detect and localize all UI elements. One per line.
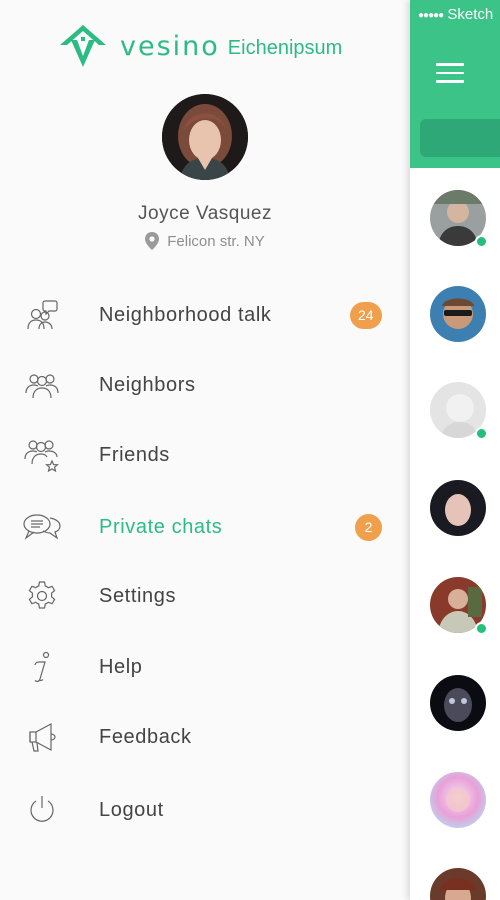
contact-avatar[interactable] (430, 772, 486, 828)
signal-dots-icon: ●●●●● (418, 9, 444, 21)
menu-item-neighborhood-talk[interactable]: Neighborhood talk 24 (0, 280, 410, 350)
megaphone-icon (22, 717, 62, 757)
chat-bubbles-icon (22, 507, 62, 547)
brand-header: vesino Eichenipsum (58, 22, 342, 70)
menu-item-private-chats[interactable]: Private chats 2 (0, 492, 410, 562)
online-indicator (475, 427, 488, 440)
contact-avatar[interactable] (430, 286, 486, 342)
menu-label: Feedback (99, 725, 192, 748)
menu-label: Neighbors (99, 373, 196, 396)
friends-star-icon (22, 435, 62, 475)
search-bar[interactable] (420, 119, 500, 157)
carrier-text: Sketch (447, 6, 494, 23)
navigation-drawer: vesino Eichenipsum Joyce Vasquez Felicon… (0, 0, 410, 900)
menu-item-feedback[interactable]: Feedback (0, 702, 410, 772)
menu-label: Private chats (99, 515, 223, 538)
underlying-screen[interactable]: ●●●●● Sketch (410, 0, 500, 900)
contact-avatar[interactable] (430, 480, 486, 536)
contact-avatar[interactable] (430, 190, 488, 248)
menu-item-neighbors[interactable]: Neighbors (0, 350, 410, 420)
menu-item-friends[interactable]: Friends (0, 420, 410, 490)
menu-item-settings[interactable]: Settings (0, 561, 410, 631)
brand-location: Eichenipsum (227, 36, 343, 59)
notification-badge: 24 (350, 301, 382, 329)
contact-avatar[interactable] (430, 675, 486, 731)
menu-label: Settings (99, 584, 177, 607)
power-icon (22, 790, 62, 830)
profile-location-text: Felicon str. NY (167, 232, 265, 250)
notification-badge: 2 (355, 513, 382, 541)
contact-avatar[interactable] (430, 577, 488, 635)
menu-item-logout[interactable]: Logout (0, 775, 410, 845)
contact-avatar[interactable] (430, 382, 488, 440)
map-pin-icon (145, 232, 160, 250)
brand-wordmark: vesino (120, 30, 220, 62)
gear-icon (22, 576, 62, 616)
online-indicator (475, 235, 488, 248)
profile-photo (162, 94, 248, 180)
menu-item-help[interactable]: Help (0, 632, 410, 702)
profile-avatar[interactable] (162, 94, 248, 180)
menu-label: Help (99, 655, 143, 678)
profile-name: Joyce Vasquez (138, 203, 272, 224)
profile-location: Felicon str. NY (0, 232, 410, 250)
app-header: ●●●●● Sketch (410, 0, 500, 168)
menu-label: Neighborhood talk (99, 303, 272, 326)
hamburger-icon[interactable] (436, 63, 464, 85)
status-bar: ●●●●● Sketch (418, 6, 493, 23)
info-icon (22, 647, 62, 687)
menu-label: Friends (99, 443, 170, 466)
group-icon (22, 365, 62, 405)
online-indicator (475, 622, 488, 635)
neighborhood-talk-icon (22, 295, 62, 335)
house-v-logo-icon (60, 25, 106, 67)
contact-avatar[interactable] (430, 868, 486, 900)
menu-label: Logout (99, 798, 164, 821)
